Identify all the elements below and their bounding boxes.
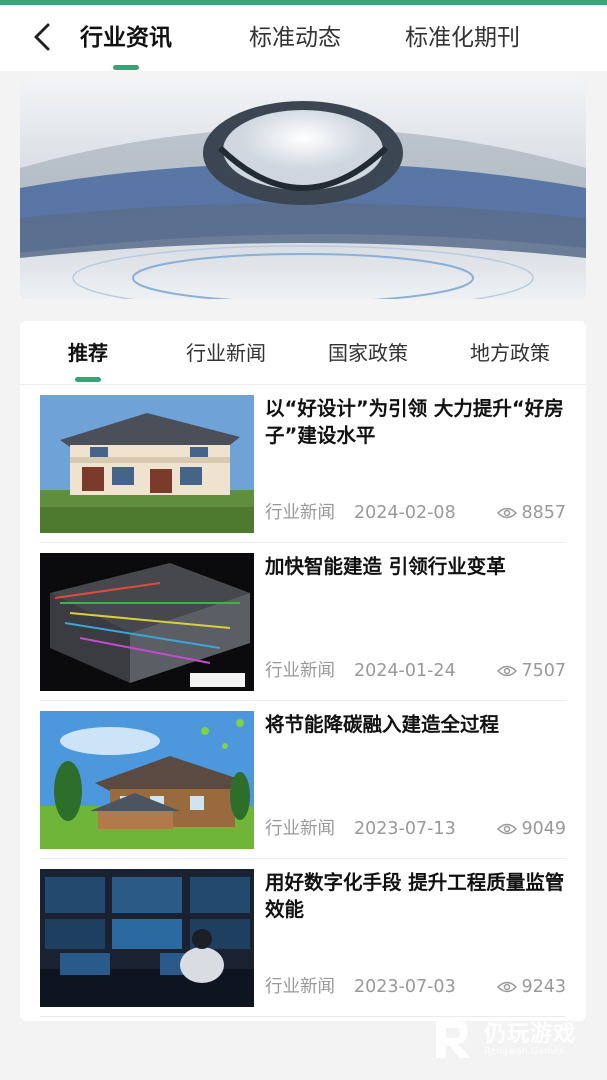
news-date: 2023-07-13 — [354, 819, 456, 839]
news-meta: 行业新闻 2023-07-13 9049 — [265, 816, 566, 842]
tab-standardization-journal[interactable]: 标准化期刊 — [405, 23, 520, 53]
news-title: 用好数字化手段 提升工程质量监管效能 — [265, 871, 565, 921]
sub-tab-local-policy[interactable]: 地方政策 — [470, 339, 550, 367]
news-views: 9243 — [497, 974, 566, 1000]
news-title: 加快智能建造 引领行业变革 — [265, 555, 506, 578]
watermark: 仍玩游戏 Rengwan Games — [432, 1012, 592, 1072]
tab-standard-news[interactable]: 标准动态 — [249, 23, 341, 53]
sub-tab-label: 地方政策 — [470, 341, 550, 365]
news-title: 以“好设计”为引领 大力提升“好房子”建设水平 — [265, 397, 564, 447]
news-item[interactable]: 加快智能建造 引领行业变革 行业新闻 2024-01-24 7507 — [40, 543, 566, 701]
sub-tab-recommended[interactable]: 推荐 — [68, 339, 108, 382]
news-date: 2024-02-08 — [354, 503, 456, 523]
news-view-count: 9049 — [521, 819, 566, 839]
tab-label: 行业资讯 — [80, 25, 172, 51]
news-title: 将节能降碳融入建造全过程 — [265, 713, 500, 736]
news-view-count: 9243 — [521, 977, 566, 997]
tab-industry-info[interactable]: 行业资讯 — [80, 23, 172, 70]
sub-tab-national-policy[interactable]: 国家政策 — [328, 339, 408, 367]
news-category: 行业新闻 — [265, 819, 335, 839]
eye-icon — [497, 823, 518, 835]
eye-icon — [497, 981, 518, 993]
sub-tab-bar: 推荐 行业新闻 国家政策 地方政策 — [20, 321, 586, 385]
back-arrow-icon — [34, 23, 50, 51]
news-category: 行业新闻 — [265, 661, 335, 681]
news-meta: 行业新闻 2024-02-08 8857 — [265, 500, 566, 526]
news-meta: 行业新闻 2023-07-03 9243 — [265, 974, 566, 1000]
news-item[interactable]: 将节能降碳融入建造全过程 行业新闻 2023-07-13 9049 — [40, 701, 566, 859]
tab-label: 标准化期刊 — [405, 25, 520, 51]
sub-tab-label: 推荐 — [68, 341, 108, 365]
news-card: 推荐 行业新闻 国家政策 地方政策 以“好设计”为引领 大力提升“好房子”建设水… — [20, 321, 586, 1021]
sub-tab-industry-news[interactable]: 行业新闻 — [186, 339, 266, 367]
news-item[interactable]: 用好数字化手段 提升工程质量监管效能 行业新闻 2023-07-03 9243 — [40, 859, 566, 1017]
news-thumbnail-villa — [40, 395, 254, 533]
news-view-count: 8857 — [521, 503, 566, 523]
watermark-logo-icon — [436, 1020, 470, 1058]
sub-tab-label: 行业新闻 — [186, 341, 266, 365]
active-sub-tab-indicator — [75, 377, 101, 382]
news-thumbnail-green-house — [40, 711, 254, 849]
banner-image[interactable] — [20, 78, 586, 299]
news-date: 2024-01-24 — [354, 661, 456, 681]
tab-label: 标准动态 — [249, 25, 341, 51]
active-tab-indicator — [113, 65, 139, 70]
news-views: 7507 — [497, 658, 566, 684]
header-bar: 行业资讯 标准动态 标准化期刊 — [0, 5, 607, 71]
news-date: 2023-07-03 — [354, 977, 456, 997]
news-thumbnail-bim-model — [40, 553, 254, 691]
news-item[interactable]: 以“好设计”为引领 大力提升“好房子”建设水平 行业新闻 2024-02-08 … — [40, 385, 566, 543]
watermark-subtext: Rengwan Games — [484, 1046, 564, 1057]
news-views: 8857 — [497, 500, 566, 526]
news-thumbnail-control-room — [40, 869, 254, 1007]
news-meta: 行业新闻 2024-01-24 7507 — [265, 658, 566, 684]
news-views: 9049 — [497, 816, 566, 842]
news-category: 行业新闻 — [265, 977, 335, 997]
news-view-count: 7507 — [521, 661, 566, 681]
eye-icon — [497, 507, 518, 519]
sub-tab-label: 国家政策 — [328, 341, 408, 365]
back-button[interactable] — [24, 19, 60, 55]
news-category: 行业新闻 — [265, 503, 335, 523]
eye-icon — [497, 665, 518, 677]
